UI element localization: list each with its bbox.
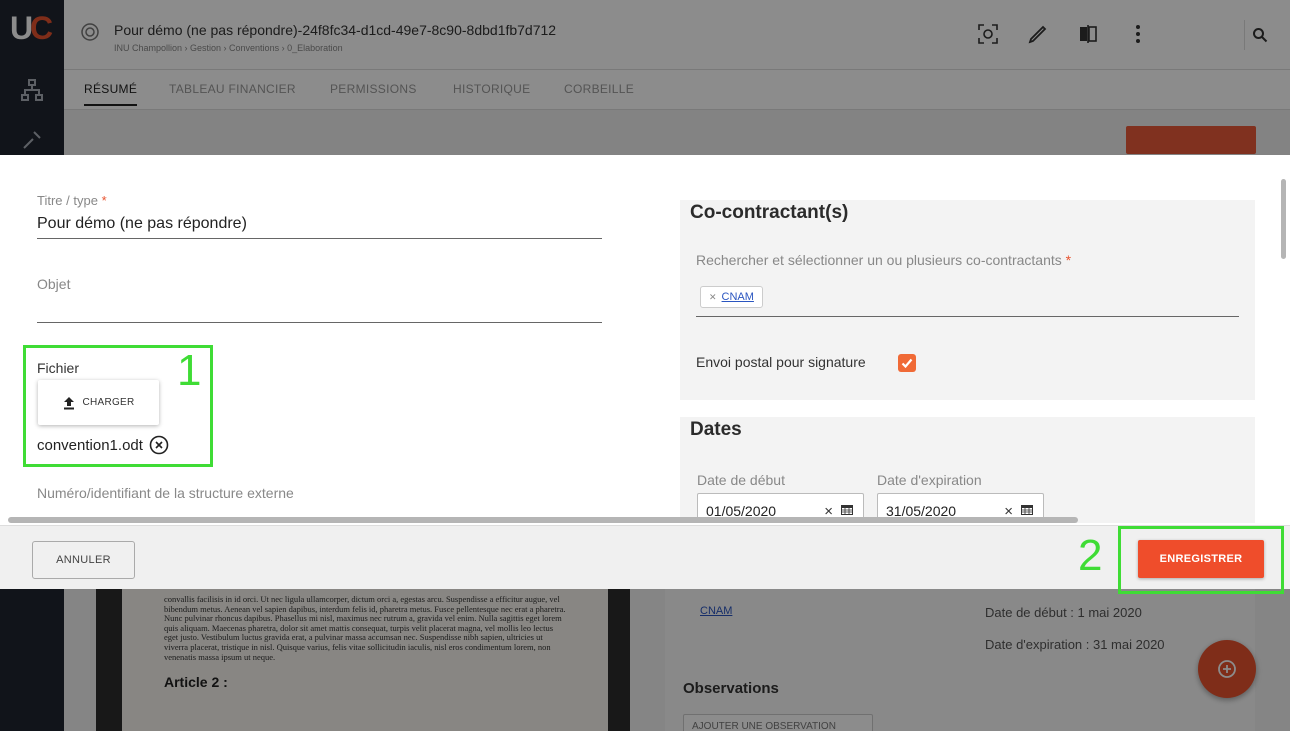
objet-underline xyxy=(37,322,602,323)
remove-file-icon[interactable] xyxy=(149,435,169,455)
titre-underline xyxy=(37,238,602,239)
cocontractant-chip[interactable]: ✕ CNAM xyxy=(700,286,763,308)
chip-label: CNAM xyxy=(721,291,754,303)
horizontal-scrollbar[interactable] xyxy=(8,517,1078,523)
modal-body: Titre / type * Pour démo (ne pas répondr… xyxy=(0,155,1290,523)
date-expiration-label: Date d'expiration xyxy=(877,472,982,488)
modal-footer: ANNULER 2 ENREGISTRER xyxy=(0,525,1290,594)
annotation-number-1: 1 xyxy=(177,346,202,395)
titre-label: Titre / type * xyxy=(37,193,107,208)
cocontractants-title: Co-contractant(s) xyxy=(690,202,849,223)
upload-icon xyxy=(64,396,75,409)
check-icon xyxy=(901,358,913,369)
date-debut-label: Date de début xyxy=(697,472,785,488)
uploaded-file: convention1.odt xyxy=(37,435,169,455)
calendar-icon xyxy=(841,505,853,515)
cocontractants-underline xyxy=(696,316,1239,317)
numero-label: Numéro/identifiant de la structure exter… xyxy=(37,485,294,501)
envoi-postal-checkbox[interactable] xyxy=(898,354,916,372)
chip-remove-icon[interactable]: ✕ xyxy=(709,292,717,303)
annotation-number-2: 2 xyxy=(1078,531,1103,580)
objet-label: Objet xyxy=(37,276,71,292)
cancel-button[interactable]: ANNULER xyxy=(32,541,135,579)
upload-button[interactable]: CHARGER xyxy=(38,380,159,425)
envoi-postal-label: Envoi postal pour signature xyxy=(696,354,866,370)
cocontractants-panel xyxy=(680,200,1255,400)
objet-input[interactable] xyxy=(37,300,602,322)
titre-input[interactable]: Pour démo (ne pas répondre) xyxy=(37,215,247,233)
calendar-icon xyxy=(1021,505,1033,515)
edit-convention-modal: Titre / type * Pour démo (ne pas répondr… xyxy=(0,155,1290,594)
dates-title: Dates xyxy=(690,419,742,440)
file-name: convention1.odt xyxy=(37,436,143,454)
save-button[interactable]: ENREGISTRER xyxy=(1138,540,1264,578)
fichier-label: Fichier xyxy=(37,360,80,376)
vertical-scrollbar[interactable] xyxy=(1281,179,1286,259)
cocontractants-search-label: Rechercher et sélectionner un ou plusieu… xyxy=(696,252,1072,268)
upload-button-label: CHARGER xyxy=(82,397,135,408)
